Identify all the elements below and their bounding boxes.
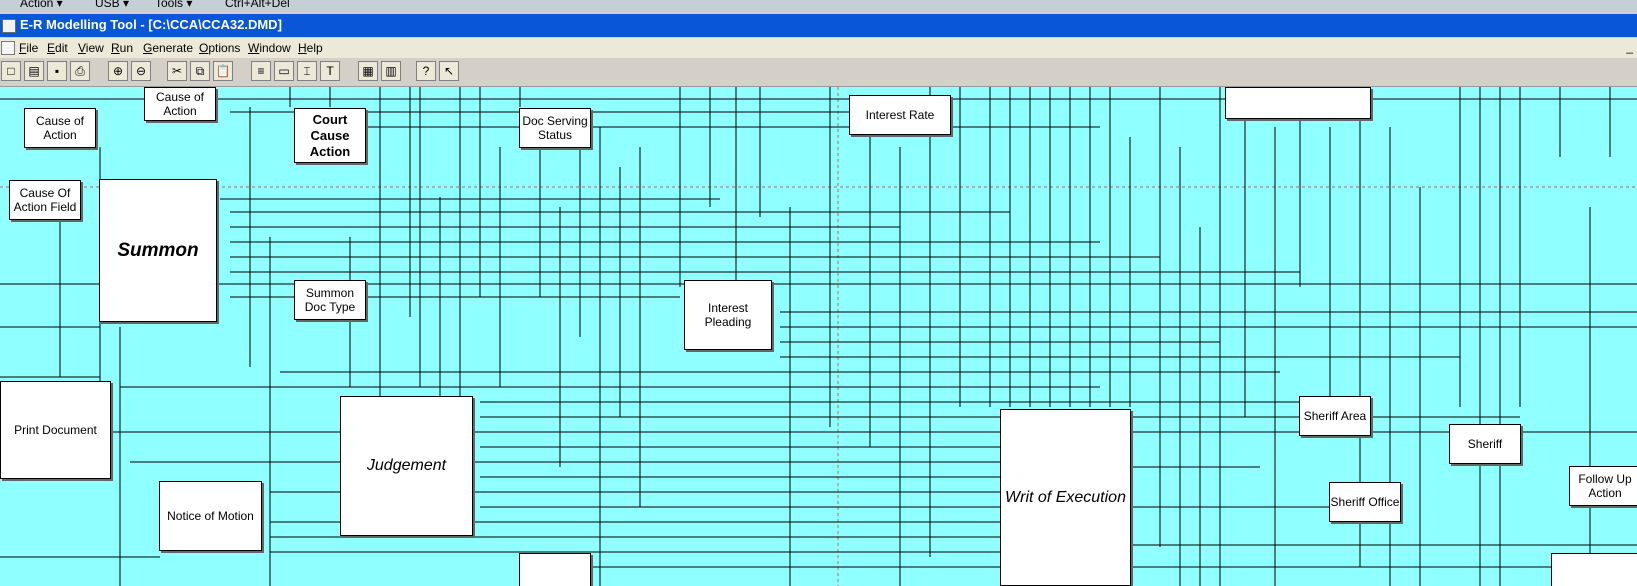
menu-generate[interactable]: Generate [143, 41, 193, 55]
relationship-icon[interactable]: ⌶ [297, 61, 317, 81]
entity-judgement[interactable]: Judgement [340, 396, 473, 536]
entity-unnamed-bottom[interactable] [519, 553, 591, 586]
list-icon[interactable]: ≡ [251, 61, 271, 81]
entity-sheriff-office[interactable]: Sheriff Office [1329, 482, 1401, 522]
menu-bar: File Edit View Run Generate Options Wind… [0, 38, 1637, 58]
top-strip: Action ▾ USB ▾ Tools ▾ Ctrl+Alt+Del [0, 0, 1637, 12]
menu-edit[interactable]: Edit [47, 41, 68, 55]
entity-notice-of-motion[interactable]: Notice of Motion [159, 481, 262, 551]
entity-print-document[interactable]: Print Document [0, 381, 111, 479]
entity-unnamed-bottom-right[interactable] [1551, 553, 1637, 586]
usb-menu[interactable]: USB ▾ [95, 0, 129, 10]
entity-cause-of-action-field[interactable]: Cause Of Action Field [9, 180, 81, 220]
entity-follow-up-action[interactable]: Follow Up Action [1569, 466, 1637, 506]
save-icon[interactable]: ▪ [47, 61, 67, 81]
entity-summon-doc-type[interactable]: Summon Doc Type [294, 280, 366, 320]
entity-cause-of-action-top[interactable]: Cause of Action [144, 87, 216, 121]
window-title: E-R Modelling Tool - [C:\CCA\CCA32.DMD] [20, 17, 282, 32]
toolbar: □ ▤ ▪ ⎙ ⊕ ⊖ ✂ ⧉ 📋 ≡ ▭ ⌶ T ▦ ▥ ? ↖ [0, 59, 1637, 87]
menu-options[interactable]: Options [199, 41, 240, 55]
context-help-icon[interactable]: ↖ [439, 61, 459, 81]
minimize-button[interactable]: _ [1626, 40, 1633, 54]
entity-unnamed-top-right[interactable] [1225, 87, 1371, 119]
app-icon[interactable] [2, 19, 16, 33]
menu-run[interactable]: Run [111, 41, 133, 55]
new-icon[interactable]: □ [1, 61, 21, 81]
entity-court-cause-action[interactable]: Court Cause Action [294, 108, 366, 163]
properties-icon[interactable]: ▦ [358, 61, 378, 81]
zoom-in-icon[interactable]: ⊕ [108, 61, 128, 81]
open-icon[interactable]: ▤ [24, 61, 44, 81]
title-bar: E-R Modelling Tool - [C:\CCA\CCA32.DMD] [0, 14, 1637, 37]
entity-interest-rate[interactable]: Interest Rate [849, 95, 951, 135]
diagram-canvas[interactable]: Cause of Action Cause of Action Court Ca… [0, 87, 1637, 586]
entity-writ-of-execution[interactable]: Writ of Execution [1000, 409, 1131, 586]
filter-icon[interactable]: ▥ [381, 61, 401, 81]
entity-icon[interactable]: ▭ [274, 61, 294, 81]
entity-interest-pleading[interactable]: Interest Pleading [684, 280, 772, 350]
entity-summon[interactable]: Summon [99, 179, 217, 322]
menu-view[interactable]: View [78, 41, 104, 55]
paste-icon[interactable]: 📋 [213, 61, 233, 81]
print-icon[interactable]: ⎙ [70, 61, 90, 81]
entity-sheriff-area[interactable]: Sheriff Area [1299, 396, 1371, 436]
entity-doc-serving-status[interactable]: Doc Serving Status [519, 108, 591, 148]
copy-icon[interactable]: ⧉ [190, 61, 210, 81]
entity-cause-of-action[interactable]: Cause of Action [24, 108, 96, 148]
menu-help[interactable]: Help [298, 41, 323, 55]
ctrl-alt-del-button[interactable]: Ctrl+Alt+Del [225, 0, 290, 10]
cut-icon[interactable]: ✂ [167, 61, 187, 81]
menu-file[interactable]: File [19, 41, 38, 55]
help-icon[interactable]: ? [416, 61, 436, 81]
zoom-out-icon[interactable]: ⊖ [131, 61, 151, 81]
text-icon[interactable]: T [320, 61, 340, 81]
entity-sheriff[interactable]: Sheriff [1449, 424, 1521, 464]
document-icon[interactable] [1, 41, 15, 55]
menu-window[interactable]: Window [248, 41, 291, 55]
tools-menu[interactable]: Tools ▾ [155, 0, 192, 10]
action-menu[interactable]: Action ▾ [20, 0, 63, 10]
